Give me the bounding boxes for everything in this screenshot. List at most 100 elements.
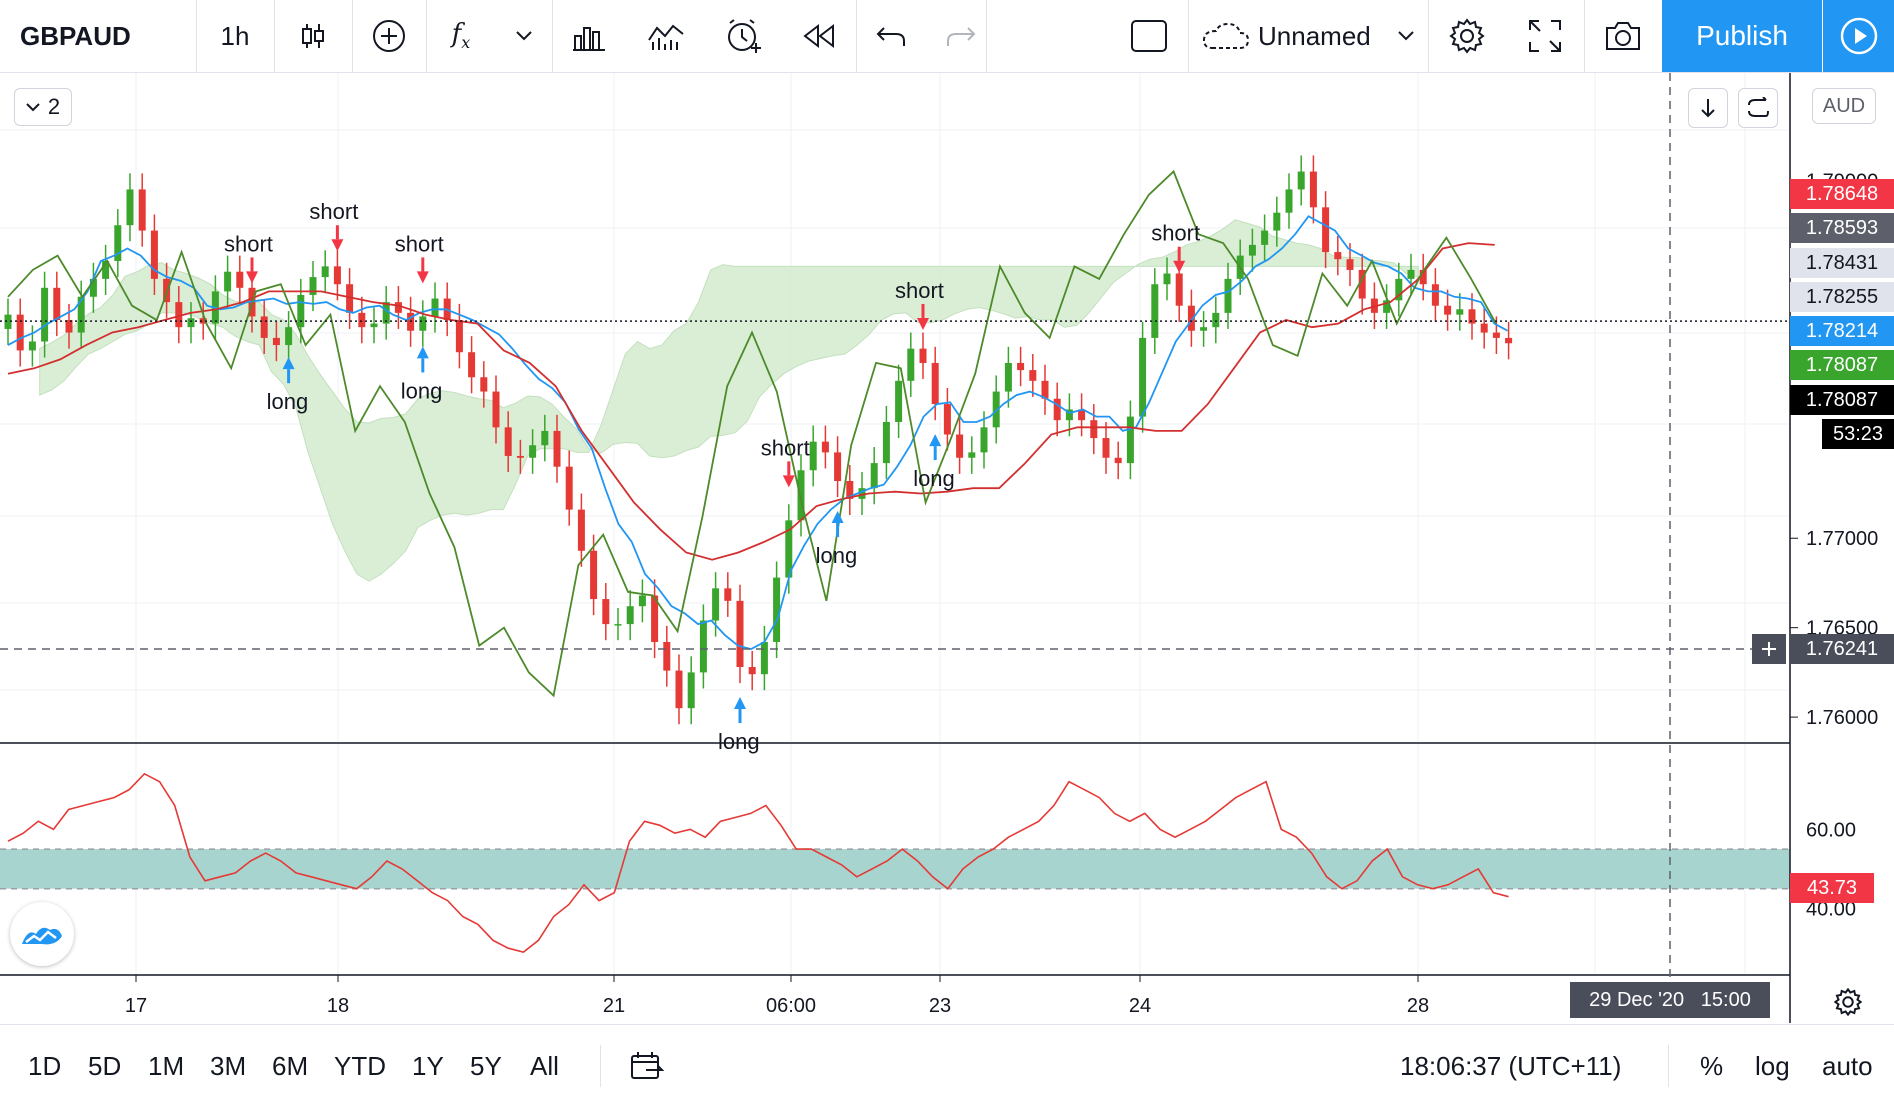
symbol-search[interactable]: GBPAUD [0,0,196,72]
price-tick-label: 1.76000 [1806,707,1878,729]
price-label: 1.78087 [1790,385,1894,415]
long-arrow [734,697,746,710]
fullscreen-button[interactable] [1506,0,1584,72]
candle-up [28,341,36,351]
chart-area[interactable]: short short short short short short long long lo… [0,73,1894,1023]
candle-up [1248,244,1256,256]
candle-up [1139,337,1147,417]
time-axis[interactable]: 17 18 21 06:00 23 24 28 [125,975,1429,1017]
range-1y[interactable]: 1Y [412,1025,444,1107]
candle-up [980,427,988,453]
undo-icon [876,27,905,46]
short-label: short [224,231,273,256]
templates-dropdown[interactable] [496,0,552,72]
range-1m[interactable]: 1M [148,1025,184,1107]
candle-down [943,404,951,435]
replay-button[interactable] [782,0,856,72]
layout-icon [1131,20,1167,52]
candle-down [1114,457,1122,464]
candle-up [431,298,439,317]
rsi-axis[interactable]: 60.0040.00 [1806,819,1856,920]
long-arrow [929,434,942,447]
candle-down [1346,259,1354,270]
legend-toggle[interactable]: 2 [14,88,72,126]
candle-up [321,266,329,278]
candle-down [394,302,402,313]
currency-button[interactable]: AUD [1812,88,1876,124]
layout-button[interactable] [1110,0,1188,72]
candle-up [41,287,49,342]
candle-down [1322,207,1330,253]
calendar-icon [631,1052,664,1079]
indicators-button[interactable]: fx [426,0,496,72]
snapshot-button[interactable] [1584,0,1662,72]
rsi-value-label: 43.73 [1790,873,1874,903]
candle-down [1444,305,1452,315]
candle-up [760,641,768,675]
tradingview-logo[interactable] [10,902,74,966]
time-tick-label: 21 [603,995,625,1017]
compare-button[interactable] [352,0,426,72]
settings-icon [1833,987,1863,1017]
candle-up [187,318,195,328]
candle-up [224,271,232,292]
candle-up [1004,362,1012,392]
candle-down [1480,323,1488,333]
arrow-down-icon [1701,99,1715,118]
financials-button[interactable] [552,0,626,72]
scroll-down-button[interactable] [1688,88,1728,128]
long-arrow [416,346,429,359]
candle-down [468,352,476,378]
settings-button[interactable] [1428,0,1506,72]
cloud-icon [1202,22,1250,49]
candle-up [1273,212,1281,231]
time-axis-settings[interactable] [1830,984,1866,1020]
candle-up [638,595,646,607]
candle-down [931,362,939,405]
strategy-button[interactable] [628,0,704,72]
publish-button[interactable]: Publish [1662,0,1822,72]
reset-scale-button[interactable] [1738,88,1778,128]
candle-up [968,452,976,458]
auto-toggle[interactable]: auto [1822,1025,1873,1107]
time-tick-label: 23 [929,995,951,1017]
candle-up [907,348,915,381]
price-label: 1.78648 [1790,179,1894,209]
layout-name-button[interactable]: Unnamed [1188,0,1428,72]
range-ytd[interactable]: YTD [334,1025,386,1107]
time-tick-label: 18 [327,995,349,1017]
candle-down [65,320,73,333]
interval-button[interactable]: 1h [196,0,274,72]
clock-timezone[interactable]: 18:06:37 (UTC+11) [1400,1025,1621,1107]
candle-up [529,445,537,458]
range-5y[interactable]: 5Y [470,1025,502,1107]
goto-date-button[interactable] [628,1025,664,1107]
play-button[interactable] [1823,0,1894,72]
long-arrow [831,511,844,523]
chart-type-button[interactable] [274,0,352,72]
fullscreen-icon [1529,20,1561,52]
candle-down [1431,284,1439,306]
range-6m[interactable]: 6M [272,1025,308,1107]
candle-down [1334,252,1342,260]
candle-down [480,377,488,392]
currency-label: AUD [1822,94,1866,117]
short-arrow [917,317,929,330]
short-label: short [1151,221,1200,246]
range-3m[interactable]: 3M [210,1025,246,1107]
range-1d[interactable]: 1D [28,1025,61,1107]
alert-button[interactable] [706,0,782,72]
percent-toggle[interactable]: % [1700,1025,1723,1107]
range-all[interactable]: All [530,1025,559,1107]
range-5d[interactable]: 5D [88,1025,121,1107]
crosshair-add-button[interactable] [1752,634,1786,664]
log-toggle[interactable]: log [1755,1025,1790,1107]
undo-button[interactable] [856,0,926,72]
candle-down [1505,337,1513,344]
candle-up [1151,284,1159,338]
candle-up [687,672,695,709]
long-label: long [718,729,760,754]
short-arrow [246,271,258,284]
candle-down [1102,438,1110,458]
candle-down [1492,332,1500,338]
